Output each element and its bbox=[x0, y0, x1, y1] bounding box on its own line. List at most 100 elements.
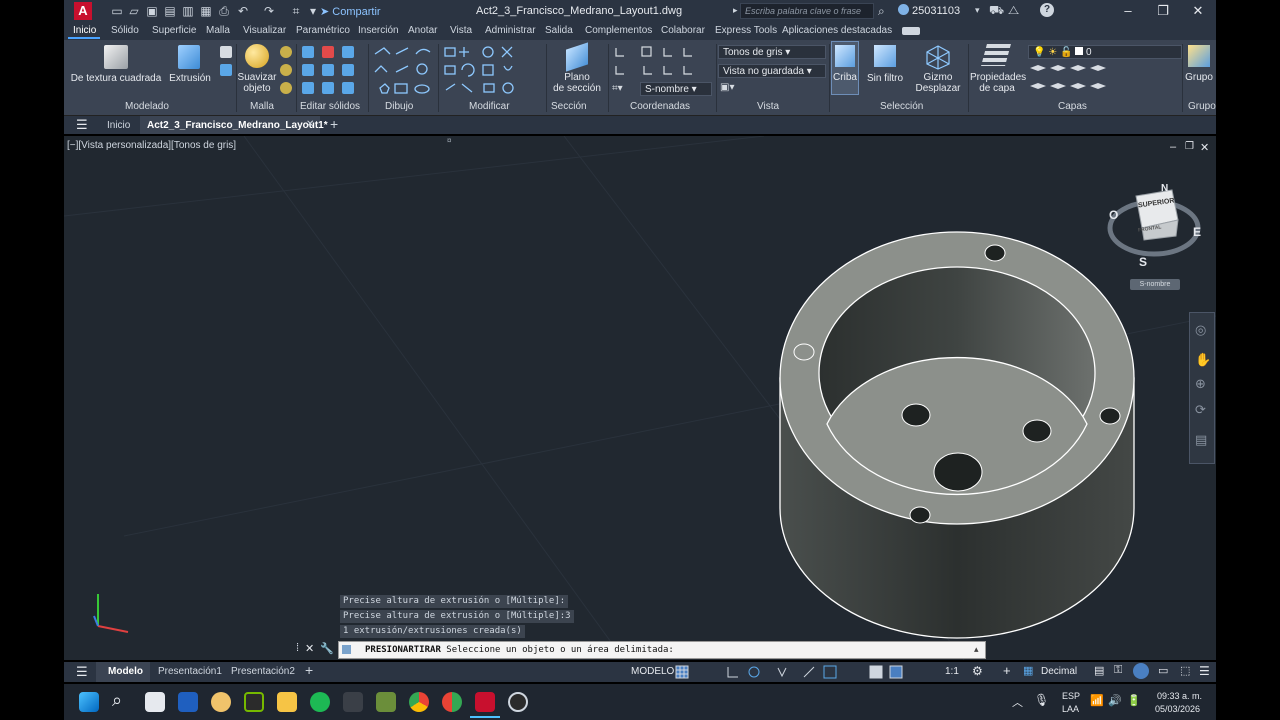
help-icon[interactable]: ? bbox=[1040, 3, 1054, 17]
command-history-toggle-icon[interactable]: ▴ bbox=[974, 644, 979, 655]
layout-tab-modelo[interactable]: Modelo bbox=[108, 666, 143, 677]
compass-north[interactable]: N bbox=[1161, 183, 1168, 194]
units-dropdown[interactable]: Decimal bbox=[1041, 666, 1077, 677]
layout-tab-presentacion1[interactable]: Presentación1 bbox=[158, 666, 222, 677]
extrude-button[interactable]: Extrusión bbox=[166, 73, 214, 84]
tab-aplicaciones-destacadas[interactable]: Aplicaciones destacadas bbox=[782, 25, 892, 36]
lock-ui-icon[interactable]: ⚿ bbox=[1114, 664, 1122, 677]
chrome-profile-icon[interactable] bbox=[442, 692, 462, 712]
annotation-plus-icon[interactable]: + bbox=[1003, 663, 1011, 678]
compass-south[interactable]: S bbox=[1139, 255, 1147, 269]
workspace-gear-icon[interactable]: ⚙ bbox=[972, 664, 983, 678]
clock-time[interactable]: 09:33 a. m. bbox=[1157, 691, 1202, 701]
user-icon[interactable] bbox=[898, 4, 909, 15]
separate-icon[interactable] bbox=[342, 82, 354, 94]
textured-box-button[interactable]: De textura cuadrada bbox=[70, 73, 162, 84]
sweep-icon[interactable] bbox=[220, 64, 232, 76]
layouts-menu-icon[interactable]: ☰ bbox=[76, 664, 88, 680]
intersect-icon[interactable] bbox=[342, 46, 354, 58]
slice-icon[interactable] bbox=[302, 64, 314, 76]
tab-express-tools[interactable]: Express Tools bbox=[715, 25, 777, 36]
viewport-controls-label[interactable]: [−][Vista personalizada][Tonos de gris] bbox=[67, 140, 236, 151]
section-plane-button[interactable]: Plano de sección bbox=[551, 72, 603, 94]
obs-icon[interactable] bbox=[508, 692, 528, 712]
cart-icon[interactable]: ⛟ bbox=[989, 3, 1004, 19]
extrude-icon[interactable] bbox=[178, 45, 200, 69]
recorder-app-icon[interactable] bbox=[211, 692, 231, 712]
mesh-crease-icon[interactable] bbox=[280, 82, 292, 94]
tab-solido[interactable]: Sólido bbox=[111, 25, 139, 36]
quick-access-menu-icon[interactable]: ▾ bbox=[306, 4, 320, 18]
subtract-icon[interactable] bbox=[322, 46, 334, 58]
layer-properties-button[interactable]: Propiedades de capa bbox=[970, 72, 1026, 94]
isolate-objects-icon[interactable] bbox=[1133, 663, 1149, 679]
presspull-icon[interactable] bbox=[220, 46, 232, 58]
battery-icon[interactable]: 🔋 bbox=[1127, 694, 1141, 707]
add-layout-plus-icon[interactable]: + bbox=[305, 662, 313, 678]
save-icon[interactable]: ▣ bbox=[145, 4, 159, 18]
file-tab-inicio[interactable]: Inicio bbox=[107, 120, 130, 131]
tab-administrar[interactable]: Administrar bbox=[485, 25, 536, 36]
spotify-icon[interactable] bbox=[310, 692, 330, 712]
compass-west[interactable]: O bbox=[1109, 208, 1118, 222]
file-tab-close-icon[interactable]: ✕ bbox=[306, 119, 314, 130]
autodesk-app-icon[interactable]: ⧍ bbox=[1008, 3, 1019, 18]
tab-malla[interactable]: Malla bbox=[206, 25, 230, 36]
viewport-minimize-icon[interactable]: – bbox=[1170, 141, 1176, 153]
input-layout[interactable]: LAA bbox=[1062, 704, 1079, 714]
tab-parametrico[interactable]: Paramétrico bbox=[296, 25, 350, 36]
no-filter-icon[interactable] bbox=[874, 45, 896, 67]
imprint-icon[interactable] bbox=[302, 82, 314, 94]
thicken-icon[interactable] bbox=[322, 64, 334, 76]
new-tab-plus-icon[interactable]: + bbox=[330, 116, 338, 132]
windows-start-icon[interactable] bbox=[79, 692, 99, 712]
minecraft-icon[interactable] bbox=[376, 692, 396, 712]
redo-icon[interactable]: ↷ bbox=[262, 4, 276, 18]
user-menu-chevron-icon[interactable]: ▾ bbox=[975, 5, 980, 16]
clock-date[interactable]: 05/03/2026 bbox=[1155, 704, 1200, 714]
hamburger-menu-icon[interactable]: ☰ bbox=[76, 117, 88, 133]
unity-app-icon[interactable] bbox=[343, 692, 363, 712]
chrome-icon[interactable] bbox=[409, 692, 429, 712]
open-web-icon[interactable]: ▦ bbox=[199, 4, 213, 18]
zoom-extents-icon[interactable]: ⊕ bbox=[1195, 376, 1206, 392]
save-as-icon[interactable]: ▤ bbox=[163, 4, 177, 18]
maximize-icon[interactable]: ❐ bbox=[1153, 3, 1173, 19]
viewport-restore-icon[interactable]: ❐ bbox=[1185, 141, 1194, 152]
open-folder-icon[interactable]: ▱ bbox=[127, 4, 141, 18]
steering-wheel-icon[interactable]: ◎ bbox=[1195, 322, 1206, 338]
input-language[interactable]: ESP bbox=[1062, 691, 1080, 701]
layout-tab-presentacion2[interactable]: Presentación2 bbox=[231, 666, 295, 677]
user-id[interactable]: 25031103 bbox=[912, 5, 960, 17]
share-button[interactable]: ➤ Compartir bbox=[320, 5, 381, 18]
new-file-icon[interactable]: ▭ bbox=[110, 4, 124, 18]
customization-menu-icon[interactable]: ☰ bbox=[1199, 664, 1210, 678]
visual-style-dropdown[interactable]: Tonos de gris ▾ bbox=[718, 45, 826, 59]
group-icon[interactable] bbox=[1188, 45, 1210, 67]
box-solid-icon[interactable] bbox=[104, 45, 128, 69]
ribbon-toggle-icon[interactable] bbox=[902, 27, 920, 35]
layer-dropdown[interactable]: 💡 ☀ 🔓 0 bbox=[1028, 45, 1182, 59]
quick-properties-icon[interactable]: ▤ bbox=[1094, 664, 1104, 677]
tab-complementos[interactable]: Complementos bbox=[585, 25, 652, 36]
drafting-aids-icons[interactable] bbox=[674, 664, 1014, 680]
tab-insercion[interactable]: Inserción bbox=[358, 25, 399, 36]
command-close-icon[interactable]: ✕ bbox=[305, 642, 314, 655]
autocad-logo[interactable]: A bbox=[74, 2, 92, 20]
taskbar-search-icon[interactable]: ⌕ bbox=[112, 690, 122, 711]
undo-icon[interactable]: ↶ bbox=[236, 4, 250, 18]
saved-view-dropdown[interactable]: Vista no guardada ▾ bbox=[718, 64, 826, 78]
move-gizmo-icon[interactable] bbox=[925, 44, 951, 70]
tab-inicio[interactable]: Inicio bbox=[73, 25, 96, 36]
tab-colaborar[interactable]: Colaborar bbox=[661, 25, 705, 36]
interfere-icon[interactable] bbox=[322, 82, 334, 94]
task-view-icon[interactable] bbox=[145, 692, 165, 712]
extruded-solid-part[interactable] bbox=[775, 228, 1140, 642]
web-mobile-icon[interactable]: ▥ bbox=[181, 4, 195, 18]
mesh-refine-icon[interactable] bbox=[280, 64, 292, 76]
no-filter-button[interactable]: Sin filtro bbox=[862, 73, 908, 84]
command-input[interactable]: PRESIONARTIRAR Seleccione un objeto o un… bbox=[338, 641, 986, 659]
command-customize-icon[interactable]: 🔧 bbox=[320, 642, 334, 655]
autocad-taskbar-icon[interactable] bbox=[475, 692, 495, 712]
tab-anotar[interactable]: Anotar bbox=[408, 25, 437, 36]
